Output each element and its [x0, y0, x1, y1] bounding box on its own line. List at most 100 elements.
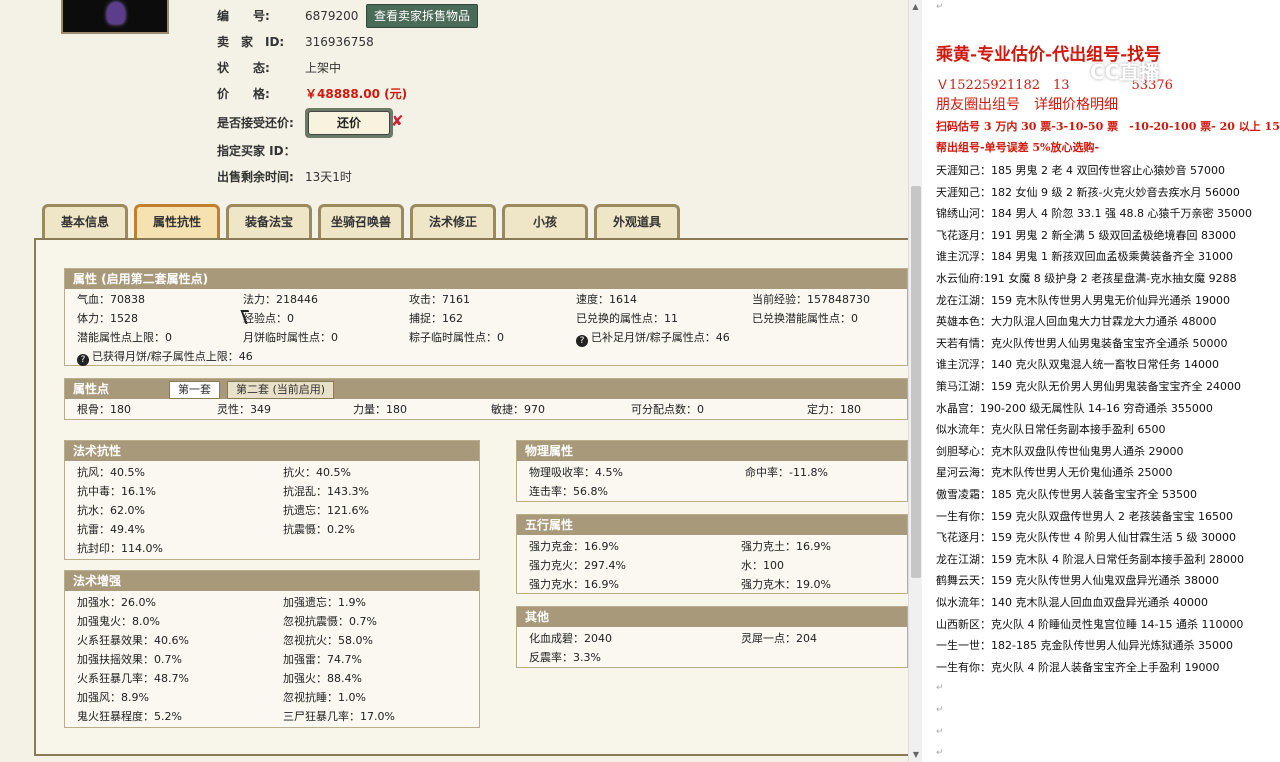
remain-value: 13天1时 — [305, 170, 352, 184]
notes-list-item: 飞花逐月：191 男鬼 2 新全满 5 级双回孟极绝境春回 83000 — [936, 228, 1236, 242]
wuxing-title: 五行属性 — [517, 515, 907, 535]
attr-cell-help: ? 已补足月饼/粽子属性点：46 — [576, 328, 730, 347]
item-id-label: 编 号: — [217, 9, 270, 23]
resist-cell: 抗水：62.0% — [77, 504, 145, 517]
remain-row: 出售剩余时间: 13天1时 — [217, 168, 352, 186]
game-panel: 编 号: 6879200 查看卖家拆售物品 卖 家 ID: 316936758 状 … — [0, 0, 908, 762]
enhance-cell: 火系狂暴几率：48.7% — [77, 672, 189, 685]
wuxing-cell: 强力克土：16.9% — [741, 540, 831, 553]
notes-list-item: 剑胆琴心：克木队双盘队传世仙鬼男人通杀 29000 — [936, 444, 1184, 458]
item-id-row: 编 号: 6879200 — [217, 7, 358, 25]
notes-list-item: 飞花逐月：159 克火队传世 4 阶男人仙甘霖生活 5 级 30000 — [936, 531, 1236, 545]
notes-list-item: 龙在江湖：159 克木队传世男人男鬼无价仙异光通杀 19000 — [936, 293, 1230, 307]
resist-cell: 抗混乱：143.3% — [283, 485, 369, 498]
seller-row: 卖 家 ID: 316936758 — [217, 33, 374, 51]
physical-cell: 连击率：56.8% — [529, 485, 608, 498]
point-cell: 力量：180 — [353, 403, 407, 416]
point-cell: 可分配点数：0 — [631, 403, 704, 416]
tab-attributes[interactable]: 属性抗性 — [134, 204, 220, 240]
scroll-down-icon[interactable]: ▼ — [909, 748, 923, 762]
points-tab-second[interactable]: 第二套 (当前启用) — [227, 381, 335, 399]
attr-cell: 捕捉：162 — [409, 312, 463, 325]
watermark-logo: CC直播 — [1090, 60, 1160, 84]
attr-cell: 体力：1528 — [77, 312, 138, 325]
attr-cell: 已兑换潜能属性点：0 — [752, 312, 858, 325]
seller-label: 卖 家 ID: — [217, 35, 285, 49]
wuxing-cell: 强力克火：297.4% — [529, 559, 626, 572]
enhance-cell: 加强火：88.4% — [283, 672, 362, 685]
other-section: 其他 化血成碧：2040 灵犀一点：204 反震率：3.3% — [516, 606, 908, 668]
attr-cell: 月饼临时属性点：0 — [243, 331, 338, 344]
attr-cell-text: 已获得月饼/粽子属性点上限：46 — [92, 350, 253, 363]
point-cell: 敏捷：970 — [491, 403, 545, 416]
notes-list-item: 英雄本色：大力队混人回血鬼大力甘霖龙大力通杀 48000 — [936, 315, 1217, 329]
pilcrow-icon: ↵ — [936, 705, 944, 715]
notes-list-item: 策马江湖：159 克火队无价男人男仙男鬼装备宝宝齐全 24000 — [936, 380, 1241, 393]
attr-cell: 潜能属性点上限：0 — [77, 331, 172, 344]
enhance-cell: 加强鬼火：8.0% — [77, 615, 160, 628]
notes-line1: 扫码估号 3 万内 30 票-3-10-50 票 -10-20-100 票- 2… — [936, 120, 1280, 133]
notes-list-item: 傲雪凌霜：185 克火队传世男人装备宝宝齐全 53500 — [936, 488, 1197, 501]
resist-cell: 抗风：40.5% — [77, 466, 145, 479]
close-icon: ✘ — [391, 112, 404, 130]
enhance-section: 法术增强 加强水：26.0% 加强遗忘：1.9% 加强鬼火：8.0% 忽视抗震慑… — [64, 570, 480, 728]
other-cell: 化血成碧：2040 — [529, 632, 612, 645]
tab-children[interactable]: 小孩 — [502, 204, 588, 240]
tab-equipment[interactable]: 装备法宝 — [226, 204, 312, 240]
resist-cell: 抗雷：49.4% — [77, 523, 145, 536]
notes-list-item: 似水流年：140 克木队混人回血血双盘异光通杀 40000 — [936, 596, 1208, 609]
notes-list-item: 龙在江湖：159 克木队 4 阶混人日常任务副本接手盈利 28000 — [936, 552, 1244, 566]
help-icon[interactable]: ? — [576, 335, 588, 347]
wuxing-cell: 强力克水：16.9% — [529, 578, 619, 591]
point-cell: 定力：180 — [807, 403, 861, 416]
notes-phone-text: Ｖ15225921182 13 — [936, 78, 1070, 93]
tab-spell-mods[interactable]: 法术修正 — [410, 204, 496, 240]
wuxing-section: 五行属性 强力克金：16.9% 强力克土：16.9% 强力克火：297.4% 水… — [516, 514, 908, 594]
counter-offer-button-label: 还价 — [308, 111, 390, 135]
tab-appearance[interactable]: 外观道具 — [594, 204, 680, 240]
notes-list-item: 天涯知己：182 女仙 9 级 2 新孩-火克火妙音去疾水月 56000 — [936, 185, 1240, 199]
enhance-cell: 鬼火狂暴程度：5.2% — [77, 710, 182, 723]
resist-cell: 抗火：40.5% — [283, 466, 351, 479]
seller-value: 316936758 — [305, 35, 374, 49]
view-seller-items-button[interactable]: 查看卖家拆售物品 — [366, 4, 478, 28]
notes-list-item: 似水流年：克火队日常任务副本接手盈利 6500 — [936, 423, 1166, 437]
attr-cell-help: ? 已获得月饼/粽子属性点上限：46 — [77, 347, 253, 366]
price-label: 价 格: — [217, 87, 270, 101]
item-id-value: 6879200 — [305, 9, 359, 23]
notes-list-item: 锦绣山河：184 男人 4 阶忽 33.1 强 48.8 心猿千万亲密 3500… — [936, 207, 1252, 221]
scrollbar-thumb[interactable] — [911, 186, 921, 578]
scroll-up-icon[interactable]: ▲ — [909, 0, 922, 14]
pilcrow-icon: ↵ — [936, 727, 944, 737]
status-row: 状 态: 上架中 — [217, 59, 341, 77]
point-cell: 灵性：349 — [217, 403, 271, 416]
attributes-section: 属性 (启用第二套属性点) 气血：70838 法力：218446 攻击：7161… — [64, 268, 908, 366]
resist-cell: 抗震慑：0.2% — [283, 523, 355, 536]
points-tab-first[interactable]: 第一套 — [169, 381, 220, 399]
notes-list-item: 水晶宫：190-200 级无属性队 14-16 穷奇通杀 355000 — [936, 401, 1213, 415]
enhance-cell: 三尸狂暴几率：17.0% — [283, 710, 395, 723]
character-figure — [107, 2, 125, 24]
notes-line2: 帮出组号-单号误差 5%放心选购- — [936, 141, 1100, 154]
notes-list-item: 天若有情：克火队传世男人仙男鬼装备宝宝齐全通杀 50000 — [936, 336, 1228, 350]
help-icon[interactable]: ? — [77, 354, 89, 366]
enhance-cell: 加强遗忘：1.9% — [283, 596, 366, 609]
tab-mounts-pets[interactable]: 坐骑召唤兽 — [318, 204, 404, 240]
attributes-title: 属性 (启用第二套属性点) — [65, 269, 907, 289]
notes-list-item: 山西新区：克火队 4 阶睡仙灵性鬼宫位睡 14-15 通杀 110000 — [936, 617, 1244, 631]
pilcrow-icon: ↵ — [936, 748, 944, 758]
notes-list-item: 鹤舞云天：159 克火队传世男人仙鬼双盘异光通杀 38000 — [936, 574, 1219, 588]
notes-subtitle: 朋友圈出组号 详细价格明细 — [936, 97, 1118, 113]
enhance-cell: 加强水：26.0% — [77, 596, 156, 609]
attr-cell: 已兑换的属性点：11 — [576, 312, 678, 325]
enhance-cell: 火系狂暴效果：40.6% — [77, 634, 189, 647]
counter-offer-button[interactable]: 还价 — [305, 108, 393, 138]
buyer-row: 指定买家 ID： — [217, 142, 305, 160]
enhance-cell: 加强风：8.9% — [77, 691, 149, 704]
vertical-scrollbar[interactable]: ▲ ▼ — [908, 0, 922, 762]
resist-cell: 抗遗忘：121.6% — [283, 504, 369, 517]
enhance-title: 法术增强 — [65, 571, 479, 591]
tab-basic-info[interactable]: 基本信息 — [42, 204, 128, 240]
wuxing-cell: 强力克木：19.0% — [741, 578, 831, 591]
resist-cell: 抗封印：114.0% — [77, 542, 163, 555]
